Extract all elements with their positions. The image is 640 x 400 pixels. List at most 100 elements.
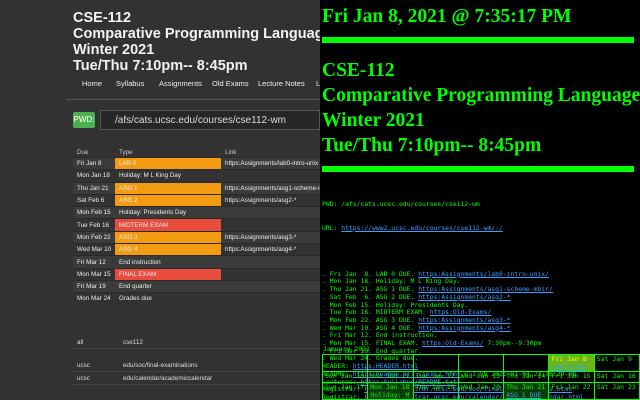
schedule-row: Fri Mar 12 End instruction — [73, 255, 320, 269]
calendar-date: Sun Jan 10 — [325, 372, 365, 381]
url-line: URL: https://www2.ucsc.edu/courses/cse11… — [322, 223, 584, 233]
calendar-day: Tue Jan 12 — [412, 371, 459, 383]
course-time: Tue/Thu 7:10pm-- 8:45pm — [73, 58, 248, 74]
link-value[interactable]: edu/soc/final-examinations — [119, 359, 320, 372]
calendar-day — [457, 354, 505, 372]
current-datetime: Fri Jan 8, 2021 @ 7:35:17 PM — [322, 6, 572, 27]
nav-lecture-notes[interactable]: Lecture Notes — [258, 79, 305, 88]
due-date: Fri Mar 12 — [73, 255, 115, 269]
calendar-day — [321, 354, 369, 372]
course-code: CSE-112 — [73, 10, 132, 26]
item-link — [221, 292, 320, 305]
item-type: End quarter — [115, 279, 221, 293]
calendar-date: Mon Jan 11 — [370, 372, 410, 381]
calendar-day: Thu Jan 14 — [503, 371, 550, 383]
calendar-date: Sat Jan 9 — [596, 355, 632, 364]
schedule-table: Due Type Link Fri Jan 8 LAB 0 https:Assign… — [73, 147, 320, 305]
schedule-row: Thu Jan 21 ASG 1 https:Assignments/asg1-sc… — [73, 181, 320, 195]
item-link[interactable]: https:Assignments/lab0-intro-unix — [221, 156, 320, 170]
due-date: Fri Jan 8 — [73, 156, 115, 170]
calendar-date: Wed Jan 13 — [460, 372, 500, 381]
calendar-date: Mon Jan 18 — [370, 383, 410, 392]
calendar-date: Fri Jan 15 — [551, 372, 591, 381]
calendar-date: Thu Jan 14 — [506, 372, 546, 381]
due-date: Sat Feb 6 — [73, 193, 115, 207]
calendar-date: Sat Jan 16 — [596, 372, 636, 381]
pwd-path[interactable]: /afs/cats.ucsc.edu/courses/cse112-wm — [100, 110, 320, 130]
calendar-day: Sun Jan 17 — [321, 382, 369, 400]
item-type: Grades due — [115, 292, 221, 305]
calendar-day: Mon Jan 11 — [367, 371, 414, 383]
nav-old-exams[interactable]: Old Exams — [212, 79, 249, 88]
schedule-row: Tue Feb 16 MIDTERM EXAM — [73, 218, 320, 232]
item-link[interactable]: https:Assignments/asg1-scheme-mb — [221, 181, 320, 195]
calendar-event[interactable]: LAB 0 DUE — [551, 363, 591, 371]
link-row: ucsc edu/soc/final-examinations — [73, 359, 320, 372]
calendar-event[interactable]: ASG 1 DUE — [506, 391, 546, 399]
due-date: Tue Feb 16 — [73, 218, 115, 232]
due-date: Mon Feb 15 — [73, 206, 115, 219]
due-date: Mon Jan 18 — [73, 169, 115, 183]
calendar-day: Sat Jan 16 — [593, 371, 640, 383]
item-link[interactable]: https:Assignments/asg4-* — [221, 243, 320, 256]
link-key: ucsc — [73, 359, 119, 372]
schedule-row: Mon Mar 24 Grades due — [73, 292, 320, 305]
nav-divider — [66, 99, 320, 100]
schedule-row: Mon Feb 22 ASG 3 https:Assignments/asg3-* — [73, 230, 320, 244]
item-type: FINAL EXAM — [115, 267, 221, 281]
calendar-date: Fri Jan 8 — [551, 355, 587, 364]
due-date: Fri Mar 19 — [73, 279, 115, 293]
calendar-day: Fri Jan 8 LAB 0 DUE — [548, 354, 595, 372]
calendar-day: Fri Jan 15 — [548, 371, 595, 383]
item-link — [221, 267, 320, 281]
course-term: Winter 2021 — [73, 42, 155, 58]
calendar-day: Fri Jan 22 — [548, 382, 595, 400]
calendar: Fri Jan 8 LAB 0 DUE Sat Jan 9 Sun Jan 10 Mo… — [321, 354, 640, 400]
nav-syllabus[interactable]: Syllabus — [116, 79, 144, 88]
calendar-holiday: Holiday: M — [370, 391, 410, 399]
due-date: Wed Mar 10 — [73, 243, 115, 256]
calendar-date: Tue Jan 12 — [415, 372, 455, 381]
item-type: MIDTERM EXAM — [115, 218, 221, 232]
link-row: all cse112 — [73, 336, 320, 349]
item-link[interactable]: https:Assignments/asg2-* — [221, 193, 320, 207]
terminal-page-panel: Fri Jan 8, 2021 @ 7:35:17 PM CSE-112 Com… — [320, 0, 640, 400]
item-type: ASG 1 — [115, 181, 221, 195]
link-key: all — [73, 336, 119, 349]
calendar-date: Fri Jan 22 — [551, 383, 591, 392]
calendar-day — [503, 354, 550, 372]
item-type: LAB 0 — [115, 156, 221, 170]
calendar-date: Wed Jan 20 — [460, 383, 500, 392]
col-due: Due — [77, 148, 89, 156]
course-header-big: CSE-112 Comparative Programming Language… — [322, 58, 640, 158]
course-title: Comparative Programming Languages — [73, 26, 320, 42]
item-type: ASG 3 — [115, 230, 221, 244]
col-link: Link — [225, 148, 237, 156]
course-time-big: Tue/Thu 7:10pm-- 8:45pm — [322, 135, 542, 156]
link-value[interactable]: cse112 — [119, 336, 320, 349]
course-title-big: Comparative Programming Languages — [322, 85, 640, 106]
item-link — [221, 218, 320, 232]
green-bar — [322, 37, 634, 43]
calendar-day: Tue Jan 19 — [412, 382, 459, 400]
schedule-row: Mon Jan 18 Holiday: M L King Day — [73, 169, 320, 183]
item-link[interactable]: https:Assignments/asg3-* — [221, 230, 320, 244]
nav-assignments[interactable]: Assignments — [159, 79, 202, 88]
calendar-day — [367, 354, 414, 372]
calendar-date: Tue Jan 19 — [415, 383, 455, 392]
calendar-title: January 2021 — [323, 345, 370, 353]
calendar-day — [412, 354, 459, 372]
link-value[interactable]: edu/calendar/academiccalendar — [119, 371, 320, 385]
item-link — [221, 255, 320, 269]
url-label: URL: — [322, 223, 342, 232]
url-link[interactable]: https://www2.ucsc.edu/courses/cse112-wm/… — [341, 224, 503, 232]
calendar-date: Thu Jan 21 — [506, 383, 546, 392]
calendar-date: Sat Jan 23 — [596, 383, 636, 392]
listing-link[interactable]: https:Old-Exams/ — [422, 339, 484, 347]
link-row: ucsc edu/calendar/academiccalendar — [73, 371, 320, 385]
nav-home[interactable]: Home — [82, 79, 102, 88]
item-link — [221, 206, 320, 219]
due-date: Mon Mar 24 — [73, 292, 115, 305]
schedule-row: Fri Jan 8 LAB 0 https:Assignments/lab0-int… — [73, 156, 320, 170]
item-link — [221, 279, 320, 293]
